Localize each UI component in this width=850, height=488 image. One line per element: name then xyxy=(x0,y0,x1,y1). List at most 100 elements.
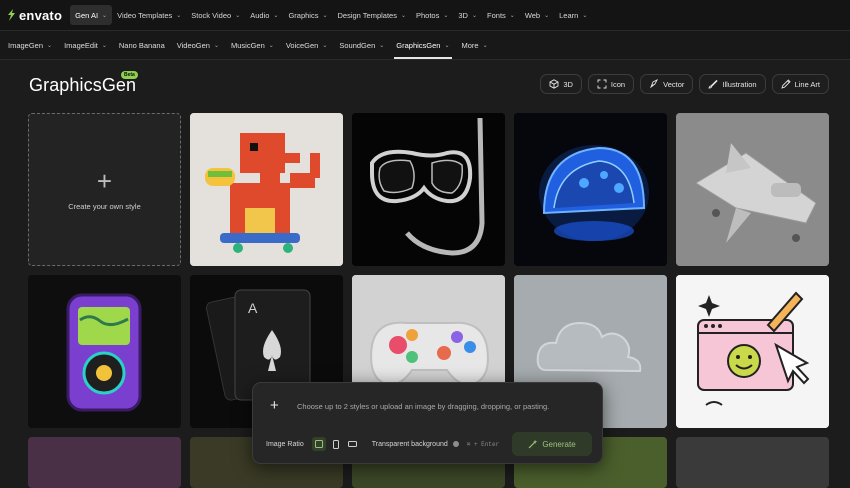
ratio-portrait-button[interactable] xyxy=(329,437,343,451)
gen-ai-tools-nav: ImageGen ⌄ ImageEdit ⌄ Nano Banana VideoGen ⌄ M… xyxy=(0,31,850,60)
generate-label: Generate xyxy=(542,439,576,449)
chevron-down-icon: ⌄ xyxy=(582,12,588,19)
top-nav-label: Audio xyxy=(250,10,270,20)
tool-tab-label: GraphicsGen xyxy=(396,40,441,50)
top-navigation-bar: envato Gen AI ⌄ Video Templates ⌄ Stock Vide… xyxy=(0,0,850,31)
square-icon xyxy=(314,440,323,448)
filter-chip-icon[interactable]: Icon xyxy=(587,74,635,94)
frame-corners-icon xyxy=(597,79,607,89)
chevron-down-icon: ⌄ xyxy=(235,12,241,19)
top-nav-item-fonts[interactable]: Fonts ⌄ xyxy=(482,5,520,25)
tool-tab-musicgen[interactable]: MusicGen ⌄ xyxy=(225,31,280,59)
tool-tab-nano-banana[interactable]: Nano Banana xyxy=(113,31,171,59)
top-nav-item-photos[interactable]: Photos ⌄ xyxy=(411,5,453,25)
top-nav-item-learn[interactable]: Learn ⌄ xyxy=(554,5,592,25)
filter-chip-label: Illustration xyxy=(722,79,757,89)
filter-chip-illustration[interactable]: Illustration xyxy=(699,74,766,94)
tool-tab-graphicsgen[interactable]: GraphicsGen ⌄ xyxy=(390,31,455,59)
chevron-down-icon: ⌄ xyxy=(322,12,328,19)
prompt-options-row: Image Ratio Transparent background ⌘ + E… xyxy=(266,432,592,456)
top-nav-label: Photos xyxy=(416,10,440,20)
chevron-down-icon: ⌄ xyxy=(509,12,515,19)
style-tile-partial-5[interactable] xyxy=(676,437,829,488)
style-tile-smiley-browser[interactable] xyxy=(676,275,829,428)
style-tile-clay-spaceship[interactable] xyxy=(676,113,829,266)
top-nav-item-video-templates[interactable]: Video Templates ⌄ xyxy=(112,5,186,25)
keyboard-shortcut-hint: ⌘ + Enter xyxy=(466,440,500,448)
tool-tab-videogen[interactable]: VideoGen ⌄ xyxy=(171,31,225,59)
style-filter-chips: 3D Icon Vector Illustration Line Art xyxy=(540,74,829,94)
dinosaur-icon xyxy=(190,113,343,266)
style-tile-glass-snorkel[interactable] xyxy=(352,113,505,266)
beta-badge: Beta xyxy=(121,71,138,79)
tool-tab-imageedit[interactable]: ImageEdit ⌄ xyxy=(58,31,113,59)
top-nav-label: Learn xyxy=(559,10,579,20)
chevron-down-icon: ⌄ xyxy=(268,42,274,49)
top-nav-item-web[interactable]: Web ⌄ xyxy=(520,5,554,25)
style-tile-voxel-dinosaur[interactable] xyxy=(190,113,343,266)
top-nav-item-gen-ai[interactable]: Gen AI ⌄ xyxy=(70,5,113,25)
snorkel-icon xyxy=(352,113,505,266)
top-nav-label: Fonts xyxy=(487,10,506,20)
top-nav-label: Web xyxy=(524,10,541,20)
line-art-icon xyxy=(780,79,791,89)
brand-name: envato xyxy=(19,7,63,23)
chevron-down-icon: ⌄ xyxy=(273,12,279,19)
plus-icon: + xyxy=(96,166,113,196)
style-tile-glowing-taco[interactable] xyxy=(514,113,667,266)
top-nav-item-stock-video[interactable]: Stock Video ⌄ xyxy=(186,5,245,25)
chevron-down-icon: ⌄ xyxy=(101,42,107,49)
ratio-square-button[interactable] xyxy=(311,437,326,451)
chevron-down-icon: ⌄ xyxy=(47,42,53,49)
chevron-down-icon: ⌄ xyxy=(400,12,406,19)
chevron-down-icon: ⌄ xyxy=(443,12,449,19)
top-nav-item-design-templates[interactable]: Design Templates ⌄ xyxy=(332,5,411,25)
top-nav-label: Video Templates xyxy=(117,10,173,20)
brush-icon xyxy=(708,79,719,89)
filter-chip-label: Icon xyxy=(610,79,626,89)
envato-logo[interactable]: envato xyxy=(6,8,62,23)
filter-chip-label: Line Art xyxy=(794,79,820,89)
tool-tab-label: ImageGen xyxy=(8,40,44,50)
chevron-down-icon: ⌄ xyxy=(322,42,328,49)
filter-chip-3d[interactable]: 3D xyxy=(540,74,582,94)
top-nav-label: Design Templates xyxy=(337,10,397,20)
page-title: GraphicsGen xyxy=(29,75,137,95)
filter-chip-line-art[interactable]: Line Art xyxy=(771,74,829,94)
style-tile-music-player[interactable] xyxy=(28,275,181,428)
browser-icon xyxy=(676,275,829,428)
tool-tab-more[interactable]: More ⌄ xyxy=(456,31,494,59)
filter-chip-vector[interactable]: Vector xyxy=(640,74,694,94)
transparent-bg-toggle[interactable] xyxy=(452,441,459,447)
image-ratio-label: Image Ratio xyxy=(266,440,304,448)
chevron-down-icon: ⌄ xyxy=(482,42,488,49)
landscape-icon xyxy=(348,441,358,447)
top-nav-item-graphics[interactable]: Graphics ⌄ xyxy=(283,5,332,25)
cube-icon xyxy=(549,79,559,89)
create-own-style-tile[interactable]: + Create your own style xyxy=(28,113,181,266)
chevron-down-icon: ⌄ xyxy=(544,12,550,19)
ratio-landscape-button[interactable] xyxy=(346,437,360,451)
generate-button[interactable]: Generate xyxy=(512,432,592,456)
top-nav-label: Graphics xyxy=(288,10,319,20)
upload-plus-button[interactable]: + xyxy=(270,397,279,414)
top-nav-item-audio[interactable]: Audio ⌄ xyxy=(245,5,283,25)
top-nav-item-3d[interactable]: 3D ⌄ xyxy=(453,5,482,25)
tool-tab-soundgen[interactable]: SoundGen ⌄ xyxy=(333,31,390,59)
magic-wand-icon xyxy=(528,439,538,449)
style-tile-partial-1[interactable] xyxy=(28,437,181,488)
top-nav-label: Gen AI xyxy=(75,10,99,20)
chevron-down-icon: ⌄ xyxy=(213,42,220,49)
top-nav-menu: Gen AI ⌄ Video Templates ⌄ Stock Video ⌄ Audio… xyxy=(70,5,592,25)
taco-icon xyxy=(514,113,667,266)
tool-tab-label: Nano Banana xyxy=(118,40,165,50)
tool-tab-imagegen[interactable]: ImageGen ⌄ xyxy=(2,31,58,59)
chevron-down-icon: ⌄ xyxy=(102,12,108,19)
chevron-down-icon: ⌄ xyxy=(379,42,385,49)
music-player-icon xyxy=(28,275,181,428)
tool-tab-label: VoiceGen xyxy=(285,40,319,50)
tool-tab-label: More xyxy=(461,40,479,50)
top-nav-label: 3D xyxy=(458,10,468,20)
prompt-input[interactable]: Choose up to 2 styles or upload an image… xyxy=(297,402,549,411)
tool-tab-voicegen[interactable]: VoiceGen ⌄ xyxy=(280,31,334,59)
